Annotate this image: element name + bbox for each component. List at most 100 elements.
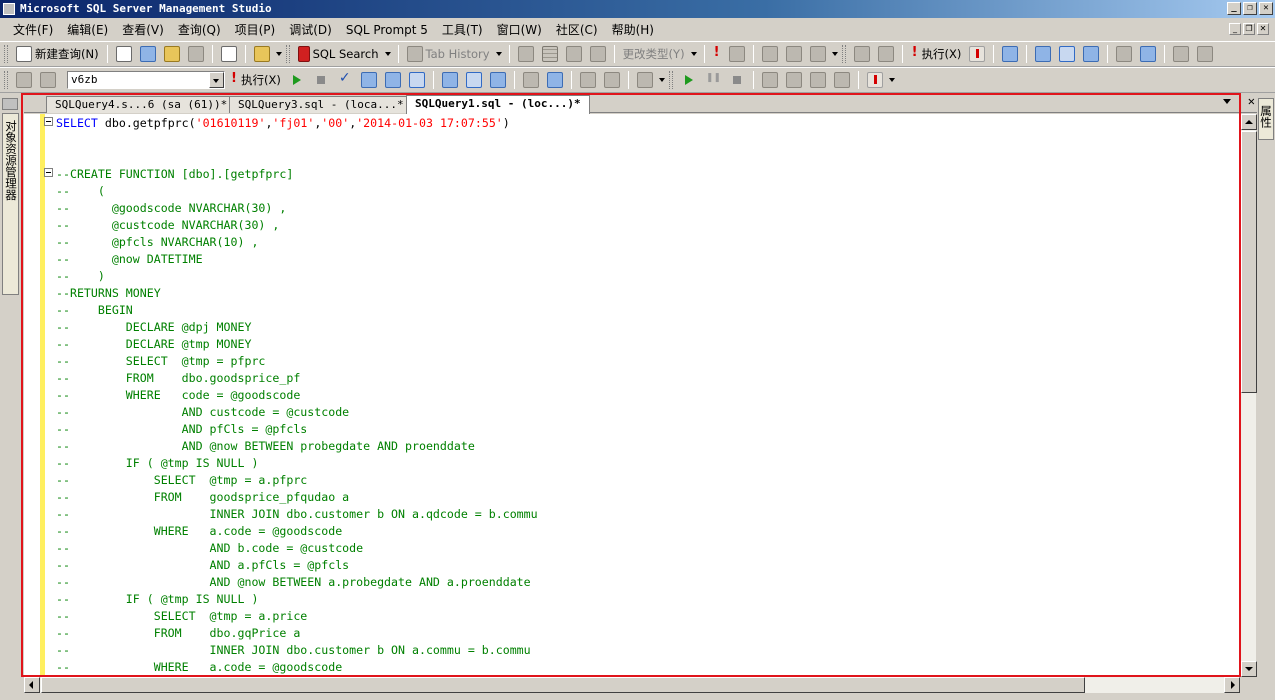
code-line[interactable]: SELECT dbo.getpfprc('01610119','fj01','0… bbox=[56, 115, 1240, 132]
sql-editor[interactable]: SELECT dbo.getpfprc('01610119','fj01','0… bbox=[24, 114, 1240, 677]
code-line[interactable]: -- IF ( @tmp IS NULL ) bbox=[56, 455, 1240, 472]
toolbar-grip[interactable] bbox=[668, 71, 673, 89]
connect-button[interactable] bbox=[13, 70, 35, 90]
code-line[interactable]: -- AND a.pfCls = @pfcls bbox=[56, 557, 1240, 574]
code-line[interactable]: -- SELECT @tmp = a.pfprc bbox=[56, 472, 1240, 489]
add-file-button[interactable] bbox=[218, 44, 240, 64]
code-line[interactable]: -- FROM dbo.goodsprice_pf bbox=[56, 370, 1240, 387]
code-line[interactable]: -- SELECT @tmp = a.price bbox=[56, 608, 1240, 625]
new-file-button[interactable] bbox=[113, 44, 135, 64]
menu-view[interactable]: 查看(V) bbox=[115, 19, 171, 41]
results-to-file-button[interactable] bbox=[1080, 44, 1102, 64]
code-line[interactable]: -- @custcode NVARCHAR(30) , bbox=[56, 217, 1240, 234]
cancel-execution-button[interactable] bbox=[310, 70, 332, 90]
toolbar-overflow-arrow[interactable] bbox=[658, 70, 667, 90]
close-button[interactable]: ✕ bbox=[1259, 2, 1273, 15]
design-query-button[interactable] bbox=[999, 44, 1021, 64]
menu-window[interactable]: 窗口(W) bbox=[490, 19, 549, 41]
results-pane-button[interactable] bbox=[587, 44, 609, 64]
code-line[interactable]: -- WHERE a.code = @goodscode bbox=[56, 523, 1240, 540]
grid-button[interactable] bbox=[539, 44, 561, 64]
code-line[interactable]: -- ( bbox=[56, 183, 1240, 200]
comment-lines-button[interactable] bbox=[520, 70, 542, 90]
code-line[interactable]: -- AND custcode = @custcode bbox=[56, 404, 1240, 421]
include-plan-button[interactable] bbox=[439, 70, 461, 90]
tab-list-dropdown-icon[interactable] bbox=[1223, 99, 1231, 104]
sql-search-button[interactable]: SQL Search bbox=[295, 44, 382, 64]
fold-toggle-icon[interactable] bbox=[44, 168, 53, 177]
execute-button[interactable]: 执行(X) bbox=[908, 44, 965, 64]
breakpoints-button[interactable] bbox=[864, 70, 886, 90]
code-line[interactable]: -- AND @now BETWEEN a.probegdate AND a.p… bbox=[56, 574, 1240, 591]
parse-button[interactable] bbox=[334, 70, 356, 90]
outdent-button[interactable] bbox=[577, 70, 599, 90]
client-stats-button[interactable] bbox=[463, 70, 485, 90]
sql-pane-button[interactable] bbox=[563, 44, 585, 64]
code-line[interactable]: -- INNER JOIN dbo.customer b ON a.qdcode… bbox=[56, 506, 1240, 523]
database-select[interactable]: v6zb bbox=[67, 71, 225, 89]
add-table-button[interactable] bbox=[783, 44, 805, 64]
vertical-scrollbar[interactable] bbox=[1240, 114, 1257, 677]
pin-icon[interactable] bbox=[2, 98, 18, 110]
new-query-button[interactable]: 新建查询(N) bbox=[13, 44, 102, 64]
code-line[interactable]: -- FROM goodsprice_pfqudao a bbox=[56, 489, 1240, 506]
results-file-button[interactable] bbox=[487, 70, 509, 90]
display-plan-button[interactable] bbox=[358, 70, 380, 90]
intellisense-button[interactable] bbox=[406, 70, 428, 90]
debug-stop-button[interactable] bbox=[726, 70, 748, 90]
code-area[interactable]: SELECT dbo.getpfprc('01610119','fj01','0… bbox=[56, 115, 1240, 676]
close-tab-icon[interactable]: ✕ bbox=[1248, 94, 1255, 108]
menu-help[interactable]: 帮助(H) bbox=[605, 19, 661, 41]
disconnect-button[interactable] bbox=[37, 70, 59, 90]
step-out-button[interactable] bbox=[831, 70, 853, 90]
code-line[interactable]: -- @now DATETIME bbox=[56, 251, 1240, 268]
scroll-down-button[interactable] bbox=[1241, 661, 1257, 677]
code-line[interactable]: -- IF ( @tmp IS NULL ) bbox=[56, 591, 1240, 608]
sql-search-dropdown[interactable] bbox=[384, 44, 393, 64]
code-line[interactable]: -- INNER JOIN dbo.customer b ON a.commu … bbox=[56, 642, 1240, 659]
code-line[interactable]: -- ) bbox=[56, 268, 1240, 285]
scroll-up-button[interactable] bbox=[1241, 114, 1257, 130]
restore-button[interactable]: ❐ bbox=[1243, 2, 1257, 15]
debug-continue-button[interactable] bbox=[678, 70, 700, 90]
show-next-statement-button[interactable] bbox=[759, 70, 781, 90]
code-line[interactable] bbox=[56, 132, 1240, 149]
open-dropdown-arrow[interactable] bbox=[275, 44, 284, 64]
comment-button[interactable] bbox=[1113, 44, 1135, 64]
step-over-button[interactable] bbox=[807, 70, 829, 90]
scroll-thumb[interactable] bbox=[1241, 131, 1257, 393]
code-line[interactable]: -- AND @now BETWEEN probegdate AND proen… bbox=[56, 438, 1240, 455]
add-group-by-button[interactable] bbox=[759, 44, 781, 64]
fold-toggle-icon[interactable] bbox=[44, 117, 53, 126]
verify-sql-button[interactable] bbox=[726, 44, 748, 64]
code-line[interactable]: -- AND b.code = @custcode bbox=[56, 540, 1240, 557]
menu-query[interactable]: 查询(Q) bbox=[171, 19, 228, 41]
code-line[interactable] bbox=[56, 149, 1240, 166]
tab-history-dropdown[interactable] bbox=[495, 44, 504, 64]
object-explorer-tab[interactable]: 对象资源管理器 bbox=[2, 113, 19, 295]
scroll-left-button[interactable] bbox=[24, 677, 40, 693]
open-file-button[interactable] bbox=[251, 44, 273, 64]
code-line[interactable]: --RETURNS MONEY bbox=[56, 285, 1240, 302]
menu-community[interactable]: 社区(C) bbox=[549, 19, 605, 41]
specify-values-button[interactable] bbox=[634, 70, 656, 90]
code-line[interactable]: -- FROM dbo.gqPrice a bbox=[56, 625, 1240, 642]
minimize-button[interactable]: _ bbox=[1227, 2, 1241, 15]
properties-button[interactable] bbox=[807, 44, 829, 64]
mdi-close-button[interactable]: ✕ bbox=[1257, 23, 1269, 35]
tab-history-button[interactable]: Tab History bbox=[404, 44, 493, 64]
code-line[interactable]: -- @pfcls NVARCHAR(10) , bbox=[56, 234, 1240, 251]
change-type-button[interactable]: 更改类型(Y) bbox=[620, 44, 688, 64]
scroll-right-button[interactable] bbox=[1224, 677, 1240, 693]
code-line[interactable]: -- @goodscode NVARCHAR(30) , bbox=[56, 200, 1240, 217]
code-line[interactable]: -- WHERE code = @goodscode bbox=[56, 387, 1240, 404]
menu-project[interactable]: 项目(P) bbox=[228, 19, 283, 41]
results-to-grid-button[interactable] bbox=[1056, 44, 1078, 64]
step-into-button[interactable] bbox=[783, 70, 805, 90]
debug-button[interactable] bbox=[286, 70, 308, 90]
code-line[interactable]: --CREATE FUNCTION [dbo].[getpfprc] bbox=[56, 166, 1240, 183]
menu-file[interactable]: 文件(F) bbox=[6, 19, 60, 41]
horizontal-scrollbar[interactable] bbox=[24, 677, 1240, 693]
mdx-query-button[interactable] bbox=[137, 44, 159, 64]
relationships-button[interactable] bbox=[851, 44, 873, 64]
